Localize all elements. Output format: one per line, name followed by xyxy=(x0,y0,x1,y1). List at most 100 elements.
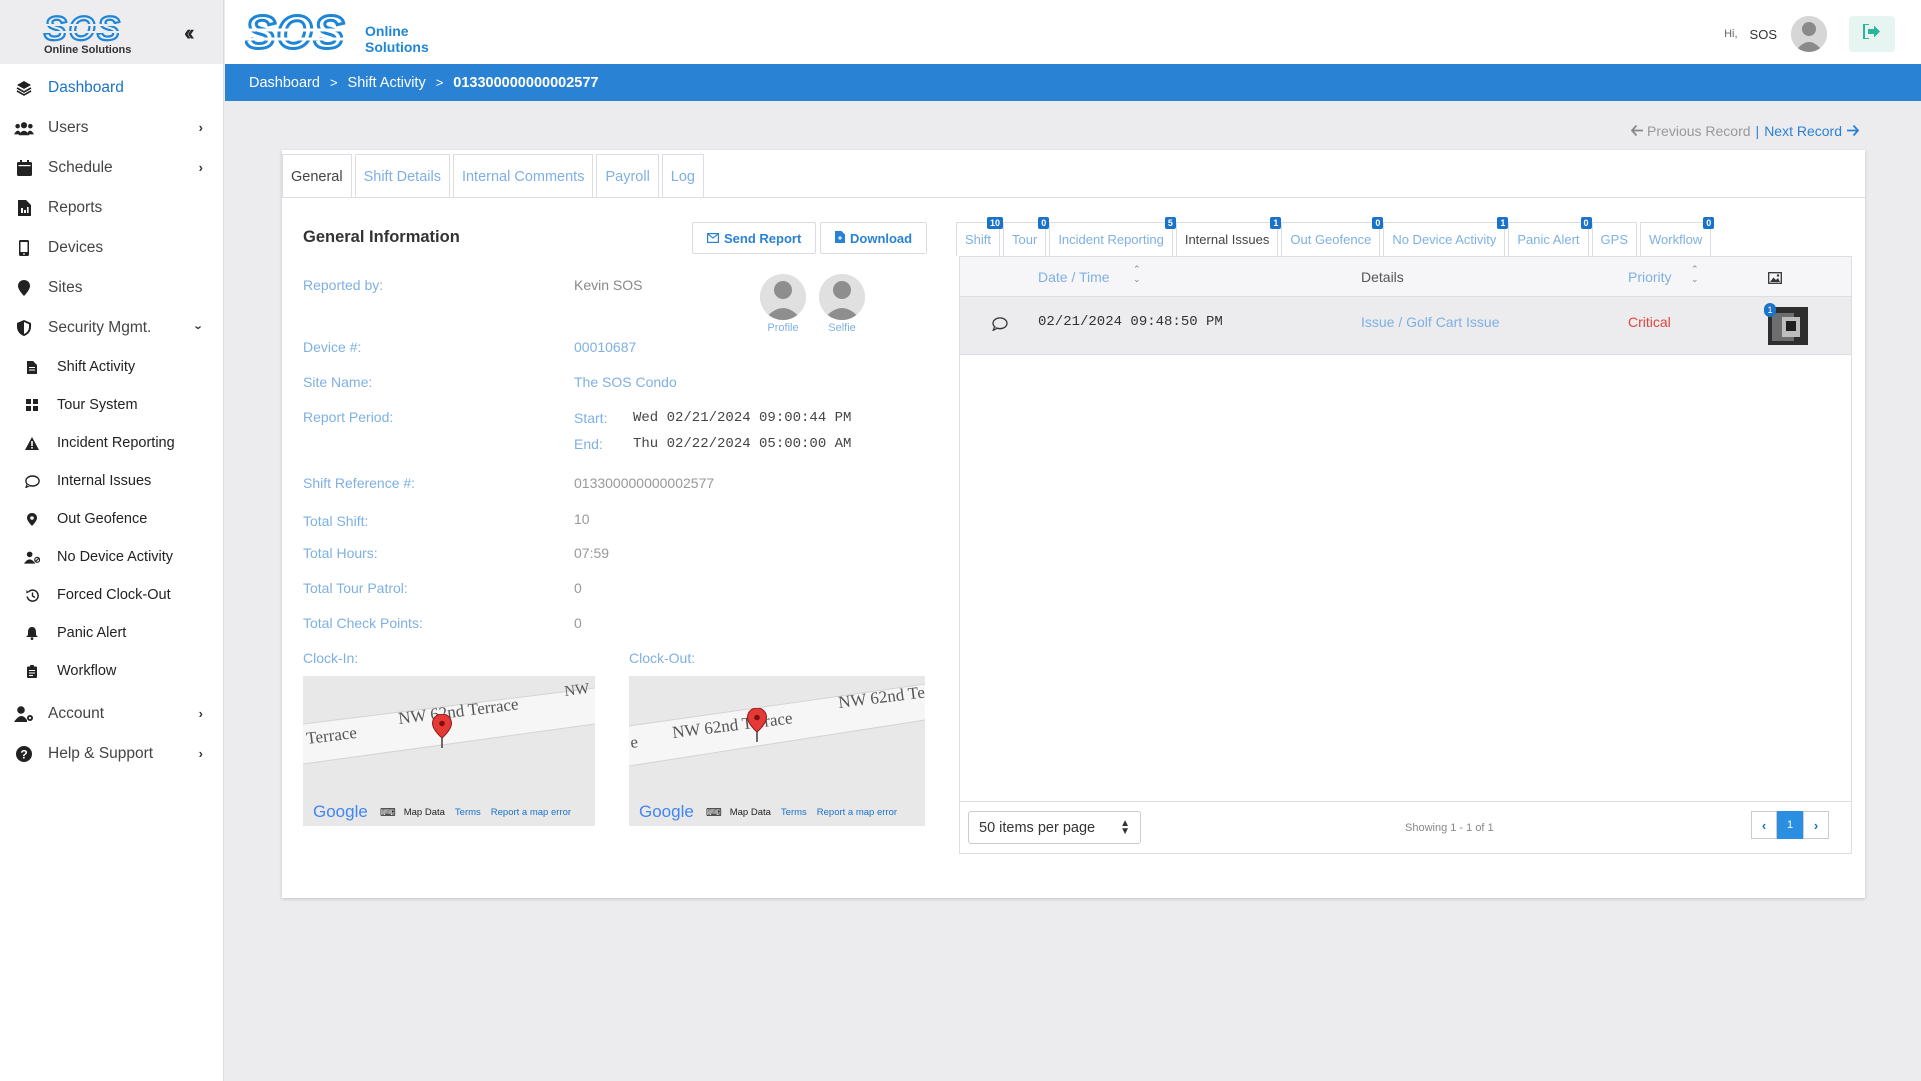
tab-label: Out Geofence xyxy=(1290,232,1372,247)
keyboard-icon[interactable]: ⌨ xyxy=(706,806,722,819)
header-logo[interactable]: SOS Online Solutions xyxy=(244,5,435,60)
sidebar-item-users[interactable]: Users › xyxy=(0,108,223,148)
clock-in-map[interactable]: Terrace NW 62nd Terrace NW Google ⌨ Map … xyxy=(303,676,595,826)
tab-label: Tour xyxy=(1012,232,1038,247)
column-header-datetime[interactable]: Date / Time xyxy=(1038,269,1110,285)
device-value[interactable]: 00010687 xyxy=(574,339,636,355)
record-tabs: General Shift Details Internal Comments … xyxy=(282,154,707,198)
profile-photo[interactable]: Profile xyxy=(760,274,806,334)
total-hours-value: 07:59 xyxy=(574,545,610,561)
download-button[interactable]: Download xyxy=(820,222,928,254)
tab-internal-comments[interactable]: Internal Comments xyxy=(452,154,594,198)
count-badge: 5 xyxy=(1164,217,1176,229)
activity-tab-no-device-activity[interactable]: No Device Activity 1 xyxy=(1383,217,1509,256)
map-terms-link[interactable]: Terms xyxy=(781,807,807,818)
record-navigation: Previous Record | Next Record xyxy=(1630,123,1860,139)
map-terms-link[interactable]: Terms xyxy=(455,807,481,818)
comment-icon xyxy=(24,473,40,489)
table-row[interactable]: 02/21/2024 09:48:50 PM Issue / Golf Cart… xyxy=(960,297,1851,355)
sidebar-item-sites[interactable]: Sites xyxy=(0,268,223,308)
chevron-right-icon: > xyxy=(329,75,338,90)
reported-by-value: Kevin SOS xyxy=(574,277,643,293)
chevron-right-icon: > xyxy=(435,75,444,90)
sidebar-subitem-workflow[interactable]: Workflow xyxy=(0,652,223,690)
breadcrumb-dashboard[interactable]: Dashboard xyxy=(249,75,320,91)
svg-text:NW: NW xyxy=(564,681,592,700)
total-shift-label: Total Shift: xyxy=(303,513,369,529)
map-marker-icon[interactable] xyxy=(746,707,768,747)
sidebar-item-label: Account xyxy=(48,705,105,722)
row-details-link[interactable]: Issue / Golf Cart Issue xyxy=(1361,314,1500,330)
sidebar-subitem-label: Forced Clock-Out xyxy=(57,587,171,603)
activity-tab-tour[interactable]: Tour 0 xyxy=(1003,217,1050,256)
page-button[interactable]: 1 xyxy=(1777,811,1803,839)
sidebar-subitem-incident-reporting[interactable]: Incident Reporting xyxy=(0,424,223,462)
sidebar-subitem-tour-system[interactable]: Tour System xyxy=(0,386,223,424)
next-page-button[interactable]: › xyxy=(1803,811,1829,839)
activity-tab-shift[interactable]: Shift 10 xyxy=(956,217,1004,256)
sidebar-subitem-no-device-activity[interactable]: No Device Activity xyxy=(0,538,223,576)
svg-text:?: ? xyxy=(20,748,27,762)
send-report-button[interactable]: Send Report xyxy=(692,222,817,254)
tab-general[interactable]: General xyxy=(282,154,352,198)
avatar[interactable] xyxy=(1791,16,1827,52)
breadcrumb: Dashboard > Shift Activity > 01330000000… xyxy=(225,64,1921,101)
user-area: Hi, SOS xyxy=(1724,16,1895,52)
activity-tab-panic-alert[interactable]: Panic Alert 0 xyxy=(1508,217,1592,256)
sidebar-item-security-mgmt[interactable]: Security Mgmt. › xyxy=(0,308,223,348)
map-report-error-link[interactable]: Report a map error xyxy=(491,807,571,818)
keyboard-icon[interactable]: ⌨ xyxy=(380,806,396,819)
history-icon xyxy=(24,587,40,603)
sidebar-item-account[interactable]: Account › xyxy=(0,694,223,734)
sidebar-item-schedule[interactable]: Schedule › xyxy=(0,148,223,188)
activity-tab-gps[interactable]: GPS xyxy=(1591,222,1637,256)
sidebar-subitem-label: Shift Activity xyxy=(57,359,136,375)
user-cog-icon xyxy=(14,704,34,724)
sidebar-subitem-shift-activity[interactable]: Shift Activity xyxy=(0,348,223,386)
sidebar-item-reports[interactable]: Reports xyxy=(0,188,223,228)
tab-label: Workflow xyxy=(1649,232,1703,247)
site-name-value[interactable]: The SOS Condo xyxy=(574,374,677,390)
clock-in-label: Clock-In: xyxy=(303,650,359,666)
items-per-page-select[interactable]: 50 items per page ▲ ▼ xyxy=(968,811,1141,844)
top-header: SOS Online Solutions Hi, SOS xyxy=(225,0,1921,64)
clipboard-icon xyxy=(24,663,40,679)
next-record-link[interactable]: Next Record xyxy=(1764,123,1842,139)
sidebar-subitem-forced-clock-out[interactable]: Forced Clock-Out xyxy=(0,576,223,614)
activity-tab-incident-reporting[interactable]: Incident Reporting 5 xyxy=(1049,217,1176,256)
activity-tab-workflow[interactable]: Workflow 0 xyxy=(1640,217,1715,256)
tab-payroll[interactable]: Payroll xyxy=(596,154,659,198)
tab-log[interactable]: Log xyxy=(661,154,704,198)
sidebar-subitem-internal-issues[interactable]: Internal Issues xyxy=(0,462,223,500)
tab-label: Internal Issues xyxy=(1184,232,1270,247)
column-header-priority[interactable]: Priority xyxy=(1628,269,1672,285)
total-hours-label: Total Hours: xyxy=(303,545,378,561)
map-report-error-link[interactable]: Report a map error xyxy=(817,807,897,818)
document-icon xyxy=(24,359,40,375)
chevron-right-icon: › xyxy=(198,746,203,761)
sos-logo[interactable]: SOS Online Solutions xyxy=(42,9,142,61)
activity-tab-internal-issues[interactable]: Internal Issues 1 xyxy=(1175,217,1282,256)
sidebar-item-dashboard[interactable]: Dashboard xyxy=(0,68,223,108)
chevron-right-icon: › xyxy=(198,120,203,135)
sidebar-item-help-support[interactable]: ? Help & Support › xyxy=(0,734,223,774)
sidebar-item-label: Help & Support xyxy=(48,745,154,762)
sidebar-subitem-panic-alert[interactable]: Panic Alert xyxy=(0,614,223,652)
previous-page-button[interactable]: ‹ xyxy=(1751,811,1777,839)
activity-tab-out-geofence[interactable]: Out Geofence 0 xyxy=(1281,217,1384,256)
sidebar-item-devices[interactable]: Devices xyxy=(0,228,223,268)
svg-text:Online: Online xyxy=(365,23,409,39)
clock-out-map[interactable]: e NW 62nd Terrace NW 62nd Te Google ⌨ Ma… xyxy=(629,676,925,826)
tab-label: No Device Activity xyxy=(1392,232,1497,247)
sort-icon[interactable]: ⌃ ⌄ xyxy=(1691,264,1699,284)
end-label: End: xyxy=(574,436,603,452)
previous-record-link[interactable]: Previous Record xyxy=(1647,123,1751,139)
selfie-photo[interactable]: Selfie xyxy=(819,274,865,334)
breadcrumb-shift-activity[interactable]: Shift Activity xyxy=(348,75,426,91)
tab-shift-details[interactable]: Shift Details xyxy=(354,154,450,198)
logout-button[interactable] xyxy=(1849,16,1895,52)
collapse-sidebar-icon[interactable]: ‹‹ xyxy=(184,20,194,46)
sort-icon[interactable]: ⌃ ⌄ xyxy=(1133,264,1141,284)
sidebar-subitem-out-geofence[interactable]: Out Geofence xyxy=(0,500,223,538)
map-marker-icon[interactable] xyxy=(431,713,453,753)
